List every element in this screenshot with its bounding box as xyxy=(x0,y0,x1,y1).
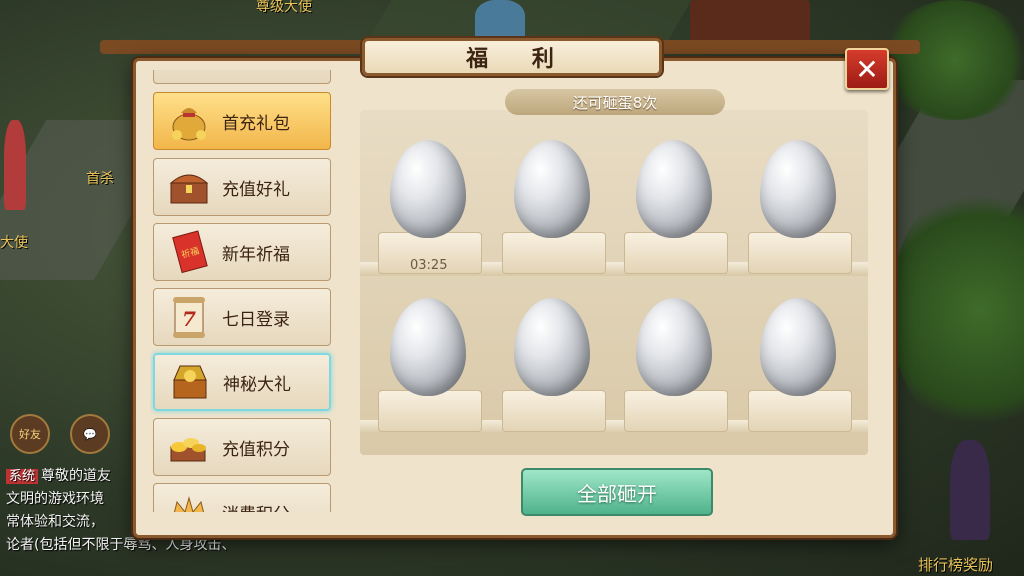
chat-bubble-icon: 💬 xyxy=(83,427,97,441)
tree-foliage xyxy=(880,0,1024,120)
sidebar-item-recharge-points[interactable]: 充值积分 xyxy=(153,418,331,476)
npc-figure xyxy=(4,120,26,210)
ranking-reward-label[interactable]: 排行榜奖励 xyxy=(918,554,993,575)
remaining-smashes-counter: 还可砸蛋8次 xyxy=(505,89,725,115)
sidebar-item-label: 充值好礼 xyxy=(222,179,290,200)
close-button[interactable]: ✕ xyxy=(845,48,889,90)
egg-pedestal xyxy=(502,390,606,432)
npc-figure xyxy=(950,440,990,540)
sidebar-item-label: 充值积分 xyxy=(222,439,290,460)
npc-name-label: 首杀 xyxy=(86,171,114,187)
dialog-title: 福 利 xyxy=(362,38,662,76)
friends-label: 好友 xyxy=(19,428,41,441)
system-tag: 系统 xyxy=(6,469,39,484)
close-icon: ✕ xyxy=(855,52,879,86)
sidebar-item-label: 七日登录 xyxy=(222,309,290,330)
sidebar-item-label: 新年祈福 xyxy=(222,244,290,265)
sidebar-item-new-year-blessing[interactable]: 祈福 新年祈福 xyxy=(153,223,331,281)
egg-pedestal xyxy=(378,390,482,432)
egg-pedestal xyxy=(624,390,728,432)
gold-ingots-icon xyxy=(164,424,214,470)
market-stall xyxy=(690,0,810,45)
sidebar-item-seven-day-login[interactable]: 7 七日登录 xyxy=(153,288,331,346)
sidebar-item-spending-points[interactable]: 消费积分 xyxy=(153,483,331,512)
sidebar-item-label: 神秘大礼 xyxy=(223,374,291,395)
floor-tile xyxy=(368,0,692,40)
egg-pedestal xyxy=(748,390,852,432)
chat-line: 尊敬的道友 xyxy=(41,468,112,484)
npc-figure xyxy=(475,0,525,40)
sidebar-item-mystery-gift[interactable]: 神秘大礼 xyxy=(153,353,331,411)
calendar-scroll-icon: 7 xyxy=(164,294,214,340)
sidebar-item-recharge-gift[interactable]: 充值好礼 xyxy=(153,158,331,216)
gold-chest-icon xyxy=(165,359,215,405)
npc-name-label: 大使 xyxy=(0,235,28,251)
sidebar-item-first-recharge[interactable]: 首充礼包 xyxy=(153,92,331,150)
chat-button[interactable]: 💬 xyxy=(70,414,110,454)
friends-button[interactable]: 好友 xyxy=(10,414,50,454)
smash-all-button[interactable]: 全部砸开 xyxy=(521,468,713,516)
calendar-day-text: 7 xyxy=(182,307,196,331)
red-envelope-icon: 祈福 xyxy=(164,229,214,275)
crown-icon xyxy=(164,489,214,512)
welfare-sidebar[interactable]: 首充礼包 充值好礼 祈福 新年祈福 7 七日登录 神秘大礼 充值积分 xyxy=(150,70,336,512)
sidebar-item-label: 首充礼包 xyxy=(222,113,290,134)
egg-timer: 03:25 xyxy=(410,258,448,273)
sidebar-item-previous[interactable] xyxy=(153,70,331,84)
npc-name-label: 尊级大使 xyxy=(256,0,312,15)
egg-pedestal xyxy=(624,232,728,274)
treasure-chest-icon xyxy=(164,164,214,210)
egg-pedestal xyxy=(502,232,606,274)
egg-pedestal xyxy=(748,232,852,274)
sidebar-item-label: 消费积分 xyxy=(222,500,290,513)
money-bag-icon xyxy=(164,98,214,144)
